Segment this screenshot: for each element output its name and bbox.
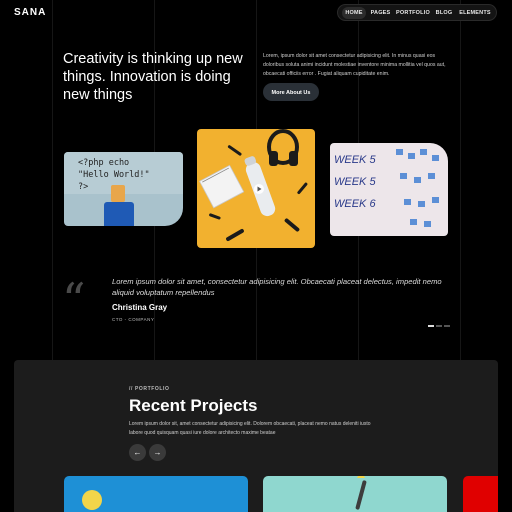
gallery-card-flatlay[interactable] (197, 129, 315, 248)
project-thumb-red[interactable] (463, 476, 498, 512)
nav-item-home[interactable]: HOME (342, 7, 366, 19)
portfolio-description: Lorem ipsum dolor sit, amet consectetur … (129, 421, 371, 436)
pagination-dot[interactable] (444, 325, 450, 327)
pagination-dot[interactable] (436, 325, 442, 327)
nav-item-pages[interactable]: PAGES (368, 7, 393, 19)
nav-item-elements[interactable]: ELEMENTS (457, 7, 493, 19)
figure-body (104, 202, 134, 226)
gallery-card-code[interactable]: <?php echo "Hello World!" ?> (64, 152, 183, 226)
prev-arrow-button[interactable]: ← (129, 444, 146, 461)
portfolio-eyebrow: // PORTFOLIO (129, 386, 170, 392)
thumb-art (82, 490, 102, 510)
sticky-notes (396, 149, 439, 227)
hero-headline: Creativity is thinking up new things. In… (63, 51, 243, 103)
quote-icon: “ (62, 273, 86, 327)
testimonial-role: CTO - COMPANY (112, 317, 155, 322)
project-thumb-blue[interactable] (64, 476, 248, 512)
portfolio-title: Recent Projects (129, 396, 258, 415)
figure-head (111, 185, 125, 202)
thumb-art (355, 476, 367, 510)
testimonial-pagination (428, 325, 452, 343)
code-line: "Hello World!" (78, 170, 150, 180)
site-header: SANA HOME PAGES PORTFOLIO BLOG ELEMENTS (0, 0, 512, 26)
nav-item-portfolio[interactable]: PORTFOLIO (395, 7, 431, 19)
grid-line (460, 0, 461, 360)
portfolio-section: // PORTFOLIO Recent Projects Lorem ipsum… (14, 360, 498, 512)
brand-logo[interactable]: SANA (14, 7, 46, 18)
testimonial-quote: Lorem ipsum dolor sit amet, consectetur … (112, 277, 442, 297)
grid-line (52, 0, 53, 360)
gallery-card-whiteboard[interactable]: WEEK 5 WEEK 5 WEEK 6 (330, 143, 448, 236)
project-thumb-mint[interactable] (263, 476, 447, 512)
nav-item-blog[interactable]: BLOG (433, 7, 455, 19)
main-nav: HOME PAGES PORTFOLIO BLOG ELEMENTS (337, 4, 497, 21)
more-about-us-button[interactable]: More About Us (263, 83, 319, 101)
code-line: <?php echo (78, 158, 130, 168)
flatlay-illustration (199, 129, 308, 241)
hero-intro: Lorem, ipsum dolor sit amet consectetur … (263, 53, 446, 77)
testimonial-author: Christina Gray (112, 303, 168, 312)
next-arrow-button[interactable]: → (149, 444, 166, 461)
pagination-dot-active[interactable] (428, 325, 434, 327)
